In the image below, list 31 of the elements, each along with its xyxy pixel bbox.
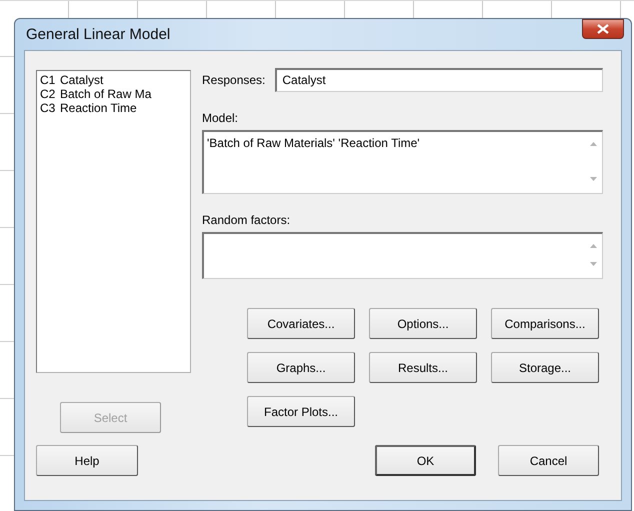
option-button[interactable]: Covariates... <box>247 308 355 339</box>
option-button[interactable]: Factor Plots... <box>247 396 355 427</box>
close-icon <box>597 24 609 34</box>
scroll-down-icon[interactable] <box>590 177 597 181</box>
column-name: Reaction Time <box>60 101 137 115</box>
column-id: C3 <box>40 101 56 115</box>
window-title: General Linear Model <box>25 26 170 43</box>
random-factors-field[interactable] <box>202 232 603 279</box>
column-name: Batch of Raw Ma <box>60 87 152 101</box>
close-button[interactable] <box>582 18 624 38</box>
dialog-button[interactable]: Cancel <box>498 445 599 476</box>
scroll-down-icon[interactable] <box>590 262 597 266</box>
scroll-up-icon[interactable] <box>590 142 597 146</box>
responses-label: Responses: <box>202 73 266 87</box>
option-button[interactable]: Results... <box>369 352 477 383</box>
option-button[interactable]: Comparisons... <box>491 308 599 339</box>
option-button[interactable]: Graphs... <box>247 352 355 383</box>
model-text: 'Batch of Raw Materials' 'Reaction Time' <box>207 136 420 150</box>
option-button[interactable]: Options... <box>369 308 477 339</box>
random-factors-label: Random factors: <box>202 213 290 227</box>
help-button[interactable]: Help <box>36 445 138 476</box>
column-name: Catalyst <box>60 73 104 87</box>
variable-list[interactable]: C1 Catalyst C2 Batch of Raw Ma C3 Reaction Time <box>36 70 191 373</box>
responses-field[interactable]: Catalyst <box>275 68 603 92</box>
column-id: C1 <box>40 73 56 87</box>
dialog-button[interactable]: OK <box>375 445 476 476</box>
option-button[interactable]: Storage... <box>491 352 599 383</box>
column-id: C2 <box>40 87 56 101</box>
model-field[interactable]: 'Batch of Raw Materials' 'Reaction Time' <box>202 130 603 194</box>
model-label: Model: <box>202 111 238 125</box>
scroll-up-icon[interactable] <box>590 244 597 248</box>
